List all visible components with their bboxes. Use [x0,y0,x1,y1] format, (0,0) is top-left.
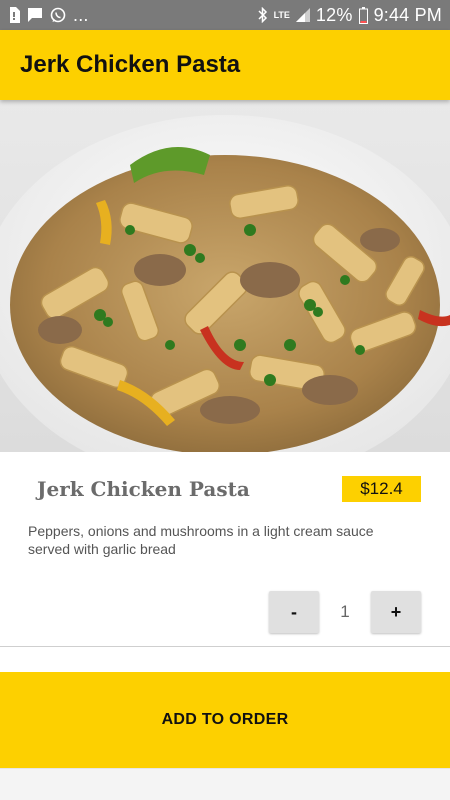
battery-percent: 12% [315,4,353,25]
system-icons: LTE 12% 9:44 PM [258,5,442,26]
price-badge: $12.4 [342,476,421,502]
sim-icon [8,7,20,23]
network-type: LTE [273,9,290,20]
overflow-indicator: ... [73,4,89,25]
dish-description: Peppers, onions and mushrooms in a light… [28,523,374,557]
battery-icon [358,6,368,24]
whatsapp-icon [50,7,66,23]
quantity-value: 1 [340,602,350,621]
page-title: Jerk Chicken Pasta [20,51,241,78]
quantity-stepper: - 1 + [269,591,421,633]
item-details: Jerk Chicken Pasta $12.4 Peppers, onions… [0,452,450,647]
bluetooth-icon [258,7,268,23]
dish-name: Jerk Chicken Pasta [37,477,250,501]
decrement-button[interactable]: - [269,591,319,633]
notification-icons: ... [8,5,89,26]
add-to-order-button[interactable]: ADD TO ORDER [0,672,450,768]
spacer [0,647,450,672]
app-bar: Jerk Chicken Pasta [0,30,450,100]
clock: 9:44 PM [373,4,442,25]
bottom-strip [0,768,450,800]
message-icon [27,7,43,23]
add-to-order-label: ADD TO ORDER [161,711,289,728]
signal-icon [295,8,310,22]
status-bar: ... LTE 12% 9:44 PM [0,0,450,30]
increment-button[interactable]: + [371,591,421,633]
dish-photo [0,100,450,452]
